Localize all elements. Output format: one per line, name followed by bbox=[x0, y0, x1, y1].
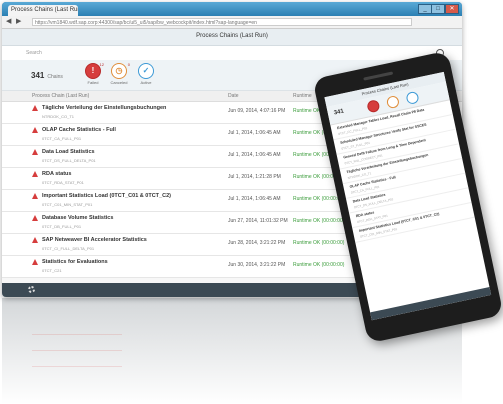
gear-icon[interactable] bbox=[28, 286, 35, 293]
clock-icon[interactable] bbox=[385, 94, 401, 110]
row-status: Runtime OK (00:00:00) bbox=[293, 240, 345, 246]
status-canceled[interactable]: ◷ 0 Canceled bbox=[106, 62, 132, 85]
row-status: Runtime OK (00:00:00) bbox=[293, 218, 345, 224]
column-name[interactable]: Process Chain (Last Run) bbox=[32, 91, 89, 101]
row-name: Statistics for Evaluations bbox=[42, 259, 108, 265]
row-id: 0TCT_C01_MIN_STAT_P01 bbox=[42, 202, 93, 207]
back-icon[interactable]: ◀ bbox=[6, 18, 11, 26]
row-id: 0TCT_DB_FULL_P01 bbox=[42, 224, 82, 229]
maximize-button[interactable]: □ bbox=[431, 4, 445, 14]
forward-icon[interactable]: ▶ bbox=[16, 18, 21, 26]
search-bar[interactable]: Search bbox=[2, 46, 462, 61]
warning-icon bbox=[32, 259, 38, 265]
search-input[interactable]: Search bbox=[26, 50, 42, 56]
reflection-line bbox=[32, 334, 122, 335]
warning-icon bbox=[32, 215, 38, 221]
row-id: 0TCT_CI_FULL_DELTA_P01 bbox=[42, 246, 95, 251]
row-name: Data Load Statistics bbox=[42, 149, 95, 155]
warning-icon bbox=[32, 171, 38, 177]
close-button[interactable]: ✕ bbox=[445, 4, 459, 14]
warning-icon bbox=[32, 127, 38, 133]
row-date: Jul 1, 2014, 1:06:45 AM bbox=[228, 196, 281, 202]
status-active[interactable]: ✓ Active bbox=[133, 63, 159, 85]
row-id: 0TCT_RDA_STAT_P01 bbox=[42, 180, 84, 185]
status-active-label: Active bbox=[140, 80, 152, 85]
row-name: Important Statistics Load (0TCT_C01 & 0T… bbox=[42, 193, 171, 199]
page-title: Process Chains (Last Run) bbox=[196, 33, 268, 39]
warning-icon bbox=[32, 237, 38, 243]
row-date: Jun 30, 2014, 3:21:22 PM bbox=[228, 262, 286, 268]
status-canceled-label: Canceled bbox=[110, 80, 128, 85]
clock-icon: ◷ bbox=[111, 63, 127, 79]
row-date: Jul 1, 2014, 1:06:45 AM bbox=[228, 152, 281, 158]
row-name: RDA status bbox=[42, 171, 72, 177]
address-bar-row: ◀ ▶ https://vm1840.wdf.sap.corp:44300/sa… bbox=[2, 16, 462, 29]
failed-badge: 12 bbox=[99, 62, 104, 67]
row-status: Runtime OK (00:00:00) bbox=[293, 262, 345, 268]
browser-tab[interactable]: Process Chains (Last Run) bbox=[8, 5, 78, 16]
phone-footer bbox=[370, 287, 492, 321]
canceled-badge: 0 bbox=[127, 62, 130, 67]
running-icon: ✓ bbox=[138, 63, 154, 79]
column-date[interactable]: Date bbox=[228, 91, 239, 101]
status-failed[interactable]: ! 12 Failed bbox=[80, 62, 106, 85]
row-id: 0TCT_DS_FULL_DELTA_P01 bbox=[42, 158, 96, 163]
row-name: Database Volume Statistics bbox=[42, 215, 114, 221]
running-icon[interactable] bbox=[405, 90, 420, 106]
column-status[interactable]: Runtime bbox=[293, 91, 312, 101]
reflection-line bbox=[32, 366, 122, 367]
row-date: Jul 1, 2014, 1:06:45 AM bbox=[228, 130, 281, 136]
row-id: 0TCT_CA_FULL_P01 bbox=[42, 136, 82, 141]
url-field[interactable]: https://vm1840.wdf.sap.corp:44300/sap/bc… bbox=[32, 18, 412, 26]
row-id: 0TCT_C21 bbox=[42, 268, 62, 273]
minimize-button[interactable]: _ bbox=[418, 4, 432, 14]
row-date: Jun 27, 2014, 11:01:32 PM bbox=[228, 218, 288, 224]
row-date: Jun 09, 2014, 4:07:16 PM bbox=[228, 108, 286, 114]
row-name: Tägliche Verteilung der Einstellungsbuch… bbox=[42, 105, 167, 111]
chain-count: 341 Chains bbox=[31, 71, 63, 80]
chain-count-label: Chains bbox=[47, 74, 63, 80]
reflection-line bbox=[32, 350, 122, 351]
app-header: Process Chains (Last Run) bbox=[2, 29, 462, 46]
row-date: Jun 28, 2014, 3:21:22 PM bbox=[228, 240, 286, 246]
phone-chain-count: 341 bbox=[333, 108, 345, 117]
status-failed-label: Failed bbox=[87, 80, 99, 85]
warning-icon bbox=[32, 193, 38, 199]
warning-icon bbox=[32, 149, 38, 155]
warning-icon bbox=[32, 105, 38, 111]
row-name: OLAP Cache Statistics - Full bbox=[42, 127, 116, 133]
phone-speaker bbox=[363, 71, 394, 81]
browser-titlebar: Process Chains (Last Run) _ □ ✕ bbox=[2, 2, 462, 16]
row-id: NTRDOK_CO_T1 bbox=[42, 114, 75, 119]
error-icon[interactable] bbox=[366, 99, 381, 114]
row-name: SAP Netweaver BI Accelerator Statistics bbox=[42, 237, 147, 243]
row-date: Jul 1, 2014, 1:21:28 PM bbox=[228, 174, 281, 180]
